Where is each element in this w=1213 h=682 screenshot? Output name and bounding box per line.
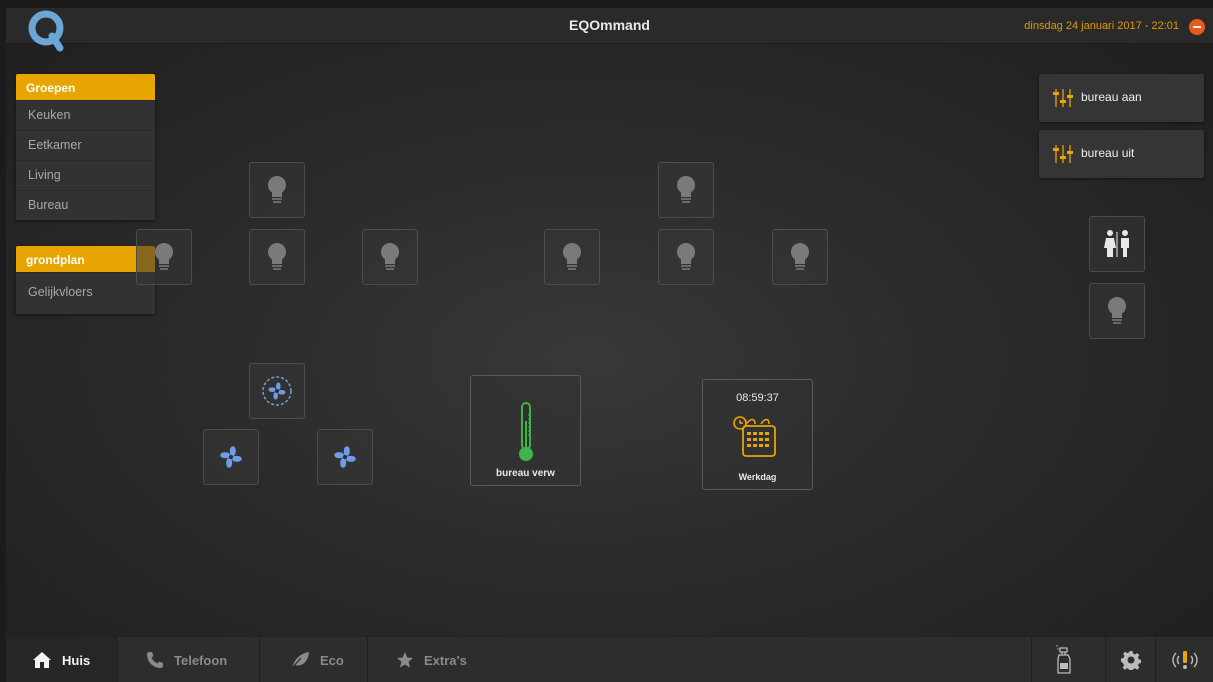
timer-label: Werkdag <box>738 472 777 482</box>
menu-item-keuken[interactable]: Keuken <box>16 100 155 130</box>
light-tile[interactable] <box>249 229 305 285</box>
groups-menu: Groepen Keuken Eetkamer Living Bureau <box>16 74 155 220</box>
light-tile[interactable] <box>136 229 192 285</box>
light-tile[interactable] <box>772 229 828 285</box>
leaf-icon <box>290 652 309 669</box>
scene-bureau-uit-button[interactable]: bureau uit <box>1039 130 1204 178</box>
date-time: dinsdag 24 januari 2017 - 22:01 <box>1024 20 1179 32</box>
sliders-icon <box>1053 145 1073 163</box>
bottom-nav: Huis Telefoon Eco Extra's <box>6 636 1213 682</box>
tab-extras[interactable]: Extra's <box>368 637 488 682</box>
scene-label: bureau uit <box>1081 146 1135 160</box>
floorplan-header: grondplan <box>16 246 155 272</box>
alarm-button[interactable] <box>1155 637 1213 682</box>
thermometer-tile[interactable]: bureau verw <box>470 375 581 486</box>
light-tile[interactable] <box>249 162 305 218</box>
calendar-timer-icon <box>733 416 776 457</box>
floorplan-menu: grondplan Gelijkvloers <box>16 246 155 314</box>
scene-label: bureau aan <box>1081 90 1142 104</box>
tab-label: Eco <box>320 652 344 668</box>
thermometer-label: bureau verw <box>496 468 555 479</box>
settings-gear-icon <box>1120 651 1141 670</box>
fan-icon <box>334 446 356 468</box>
tab-label: Extra's <box>424 652 467 668</box>
menu-item-eetkamer[interactable]: Eetkamer <box>16 130 155 160</box>
star-icon <box>397 652 413 668</box>
timer-tile[interactable]: 08:59:37 Werkdag <box>702 379 813 490</box>
top-bar: EQOmmand dinsdag 24 januari 2017 - 22:01 <box>6 8 1213 52</box>
alarm-icon <box>1171 651 1198 669</box>
lightbulb-icon <box>380 242 400 270</box>
tab-eco[interactable]: Eco <box>260 637 368 682</box>
light-tile[interactable] <box>658 229 714 285</box>
tab-label: Telefoon <box>174 652 228 668</box>
menu-item-bureau[interactable]: Bureau <box>16 190 155 220</box>
tab-label: Huis <box>62 652 91 668</box>
sliders-icon <box>1053 89 1073 107</box>
lightbulb-icon <box>562 242 582 270</box>
timer-time: 08:59:37 <box>736 392 779 404</box>
app-window: EQOmmand dinsdag 24 januari 2017 - 22:01… <box>6 8 1213 682</box>
lightbulb-icon <box>1107 296 1127 324</box>
light-tile[interactable] <box>1089 283 1145 339</box>
lightbulb-icon <box>267 242 287 270</box>
toilet-tile[interactable] <box>1089 216 1145 272</box>
lightbulb-icon <box>790 242 810 270</box>
lightbulb-icon <box>154 242 174 270</box>
light-tile[interactable] <box>544 229 600 285</box>
scene-bureau-aan-button[interactable]: bureau aan <box>1039 74 1204 122</box>
fan-tile[interactable] <box>203 429 259 485</box>
light-tile[interactable] <box>362 229 418 285</box>
home-icon <box>33 652 51 668</box>
menu-item-living[interactable]: Living <box>16 160 155 190</box>
fan-tile[interactable] <box>317 429 373 485</box>
fan-icon <box>220 446 242 468</box>
restroom-icon <box>1104 230 1129 257</box>
lightbulb-icon <box>267 175 287 203</box>
menu-item-gelijkvloers[interactable]: Gelijkvloers <box>16 272 155 314</box>
phone-icon <box>147 652 163 668</box>
settings-button[interactable] <box>1105 637 1155 682</box>
light-tile[interactable] <box>658 162 714 218</box>
cleaning-spray-icon <box>1055 645 1071 674</box>
tab-telefoon[interactable]: Telefoon <box>118 637 260 682</box>
fan-tile[interactable] <box>249 363 305 419</box>
cleaning-button[interactable] <box>1031 637 1095 682</box>
groups-header: Groepen <box>16 74 155 100</box>
lightbulb-icon <box>676 242 696 270</box>
thermometer-icon <box>519 402 533 461</box>
close-icon[interactable] <box>1189 19 1205 35</box>
fan-icon <box>262 376 292 406</box>
lightbulb-icon <box>676 175 696 203</box>
tab-huis[interactable]: Huis <box>6 637 118 682</box>
